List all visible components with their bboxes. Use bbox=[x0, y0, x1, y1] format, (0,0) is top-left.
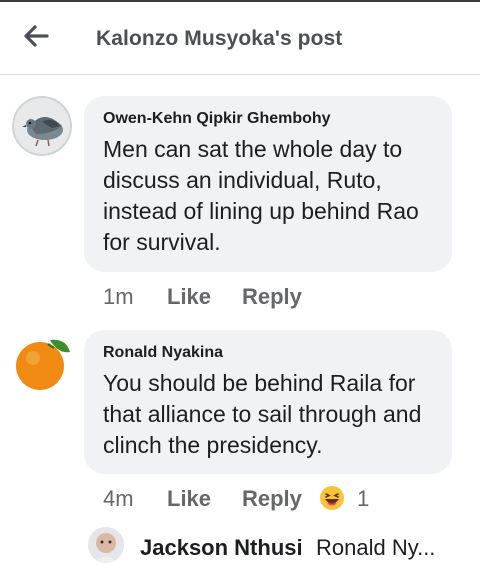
comment-timestamp: 4m bbox=[103, 486, 134, 511]
avatar[interactable] bbox=[88, 527, 124, 563]
comment-author[interactable]: Ronald Nyakina bbox=[103, 344, 223, 362]
reply-preview[interactable]: Jackson Nthusi Ronald Ny... bbox=[88, 527, 480, 567]
comment-bubble: Ronald Nyakina You should be behind Rail… bbox=[84, 330, 452, 474]
comment-timestamp: 1m bbox=[103, 284, 134, 309]
reply-text: Ronald Ny... bbox=[316, 535, 436, 560]
comment-bubble: Owen-Kehn Qipkir Ghembohy Men can sat th… bbox=[84, 96, 452, 272]
reply-button[interactable]: Reply bbox=[242, 284, 302, 310]
like-button[interactable]: Like bbox=[167, 284, 211, 310]
pigeon-avatar-icon bbox=[12, 96, 72, 156]
arrow-left-icon[interactable] bbox=[22, 22, 50, 50]
child-avatar-icon bbox=[88, 527, 124, 563]
post-header: Kalonzo Musyoka's post bbox=[0, 2, 480, 75]
comment-text: You should be behind Raila for that alli… bbox=[103, 370, 422, 458]
avatar[interactable] bbox=[12, 96, 72, 156]
page-title: Kalonzo Musyoka's post bbox=[96, 27, 343, 50]
reply-author[interactable]: Jackson Nthusi bbox=[140, 535, 303, 561]
reaction-count: 1 bbox=[357, 486, 370, 511]
haha-emoji-icon bbox=[320, 486, 344, 510]
reply-button[interactable]: Reply bbox=[242, 486, 302, 512]
comment-text: Men can sat the whole day to discuss an … bbox=[103, 136, 419, 255]
avatar[interactable] bbox=[12, 332, 72, 392]
orange-avatar-icon bbox=[12, 332, 72, 392]
comment-author[interactable]: Owen-Kehn Qipkir Ghembohy bbox=[103, 110, 331, 128]
like-button[interactable]: Like bbox=[167, 486, 211, 512]
